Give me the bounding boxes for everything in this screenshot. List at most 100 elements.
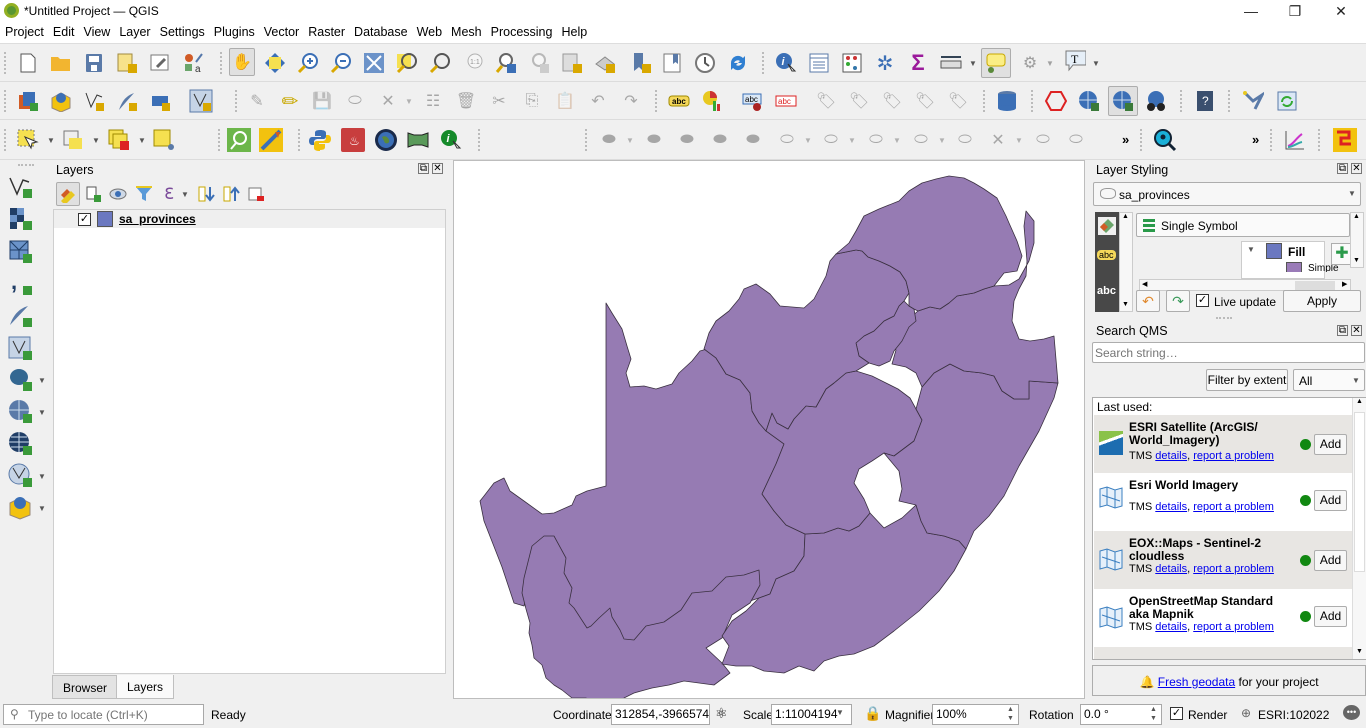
layer-name[interactable]: sa_provinces [119,212,196,226]
select-by-location-icon[interactable] [153,129,175,151]
zoom-to-selection-icon[interactable] [396,52,418,74]
add-xyz-layer-icon[interactable] [8,431,34,457]
add-spatialite-layer-icon[interactable] [8,303,34,329]
chevron-down-icon[interactable]: ▼ [1046,59,1054,68]
chevron-down-icon[interactable]: ▼ [938,136,946,145]
add-virtual-layer-icon[interactable] [8,336,34,362]
qms-list-scrollbar[interactable]: ▲ ▼ [1352,398,1366,659]
menu-project[interactable]: Project [0,22,48,39]
toolbar-grip[interactable] [655,90,659,112]
expand-arrow-icon[interactable]: ▼ [1247,245,1255,254]
details-link[interactable]: details [1155,501,1187,513]
scroll-right-icon[interactable]: ▶ [1342,280,1347,288]
add-wms-wmts-layer-icon[interactable] [8,399,34,425]
locator-search-icon[interactable] [227,128,251,152]
vertex-tool-icon[interactable]: ✕ [377,90,399,112]
change-label-icon[interactable]: 🏷 [947,90,969,112]
copy-features-icon[interactable]: ⎘ [521,90,543,112]
qms-result-item[interactable]: EOX::Maps - Sentinel-2 cloudless TMS det… [1094,531,1352,589]
close-panel-icon[interactable]: ✕ [432,163,443,174]
add-polygon-feature-icon[interactable]: ⬭ [344,90,366,112]
chevron-down-icon[interactable]: ▼ [626,136,634,145]
toolbar-grip[interactable] [762,52,766,74]
select-by-attributes-icon[interactable] [62,129,84,151]
magnifier-field[interactable]: 100% ▲ ▼ [932,704,1019,725]
pan-to-selection-icon[interactable] [264,52,286,74]
data-source-manager-icon[interactable] [17,90,39,112]
zoom-in-icon[interactable] [297,52,319,74]
toolbar-grip[interactable] [4,90,8,112]
toolbar-grip[interactable] [1318,129,1322,151]
sidebar-scrollbar[interactable]: ▲ ▼ [1119,212,1133,312]
scroll-up-icon[interactable]: ▲ [1356,398,1363,405]
undo-icon[interactable]: ↶ [587,90,609,112]
layout-manager-icon[interactable] [149,52,171,74]
toolbar-grip[interactable] [1031,90,1035,112]
labels-tab-icon[interactable]: abc [1097,250,1116,260]
digitize-polygon-icon[interactable] [1045,90,1067,112]
chevron-down-icon[interactable]: ▼ [1015,136,1023,145]
locator-input[interactable] [28,706,198,723]
add-service-button[interactable]: Add [1314,490,1347,511]
select-features-icon[interactable] [17,129,39,151]
scale-field[interactable]: 1:11004194 ▼ [771,704,852,725]
open-attribute-table-icon[interactable] [808,52,830,74]
spinbox-arrows-icon[interactable]: ▲ ▼ [1150,705,1157,723]
cut-features-icon[interactable]: ✂ [488,90,510,112]
db-manager-icon[interactable] [996,90,1018,112]
save-project-icon[interactable] [83,52,105,74]
delete-part-icon[interactable]: ⬭ [954,129,976,151]
new-shapefile-layer-icon[interactable] [83,90,105,112]
move-label-icon[interactable]: 🏷 [881,90,903,112]
scroll-left-icon[interactable]: ◀ [1142,280,1147,288]
add-group-icon[interactable] [82,183,104,205]
python-console-icon[interactable] [309,129,331,151]
chevron-down-icon[interactable]: ▼ [1092,59,1100,68]
reverse-line-icon[interactable]: ⬭ [1065,129,1087,151]
chevron-down-icon[interactable]: ▼ [848,136,856,145]
simple-fill-swatch[interactable] [1286,262,1302,272]
paste-features-icon[interactable]: 📋 [554,90,576,112]
split-parts-icon[interactable]: ⬬ [676,129,698,151]
toolbar-grip[interactable] [298,129,302,151]
symbol-tree-root[interactable]: Fill [1288,245,1305,259]
add-part-icon[interactable]: ⬭ [910,129,932,151]
report-problem-link[interactable]: report a problem [1193,450,1274,462]
crs-globe-icon[interactable]: ⊕ [1241,706,1251,720]
chevron-down-icon[interactable]: ▼ [804,136,812,145]
add-wfs-layer-icon[interactable] [8,463,34,489]
apply-button[interactable]: Apply [1283,290,1361,312]
show-hide-labels-icon[interactable]: 🏷 [848,90,870,112]
toggle-extents-icon[interactable]: ⚛ [715,705,728,722]
globe-plugin-icon[interactable] [374,128,398,152]
new-3d-map-view-icon[interactable] [594,52,616,74]
toolbar-grip[interactable] [1270,129,1274,151]
locator-bar[interactable]: ⚲ [3,704,204,725]
report-problem-link[interactable]: report a problem [1193,501,1274,513]
menu-plugins[interactable]: Plugins [209,22,259,39]
toolbar-grip[interactable] [478,129,482,151]
topology-checker-icon[interactable] [1242,90,1264,112]
deselect-features-icon[interactable] [108,129,130,151]
toolbar-grip[interactable] [983,90,987,112]
refresh-icon[interactable] [727,52,749,74]
add-service-button[interactable]: Add [1314,550,1347,571]
pan-map-icon[interactable]: ✋ [229,48,255,76]
toolbar-grip[interactable] [4,52,8,74]
merge-features-icon[interactable]: ⬬ [643,129,665,151]
chevron-down-icon[interactable]: ▼ [181,190,189,199]
menu-mesh[interactable]: Mesh [446,22,486,39]
qms-result-item[interactable]: OpenStreetMap Standard aka Mapnik TMS de… [1094,589,1352,647]
menu-settings[interactable]: Settings [155,22,209,39]
add-mesh-layer-icon[interactable] [8,239,34,265]
lock-scale-icon[interactable]: 🔒 [864,705,881,722]
toolbar-grip[interactable] [4,129,8,151]
redo-style-button[interactable]: ↷ [1166,290,1190,312]
quickmapservices-search-icon[interactable] [1108,86,1138,116]
menu-help[interactable]: Help [556,22,591,39]
menu-view[interactable]: View [78,22,114,39]
menu-raster[interactable]: Raster [303,22,349,39]
open-project-icon[interactable] [50,52,72,74]
toolbar-grip[interactable] [235,90,239,112]
render-checkbox[interactable]: ✓ [1170,707,1183,720]
